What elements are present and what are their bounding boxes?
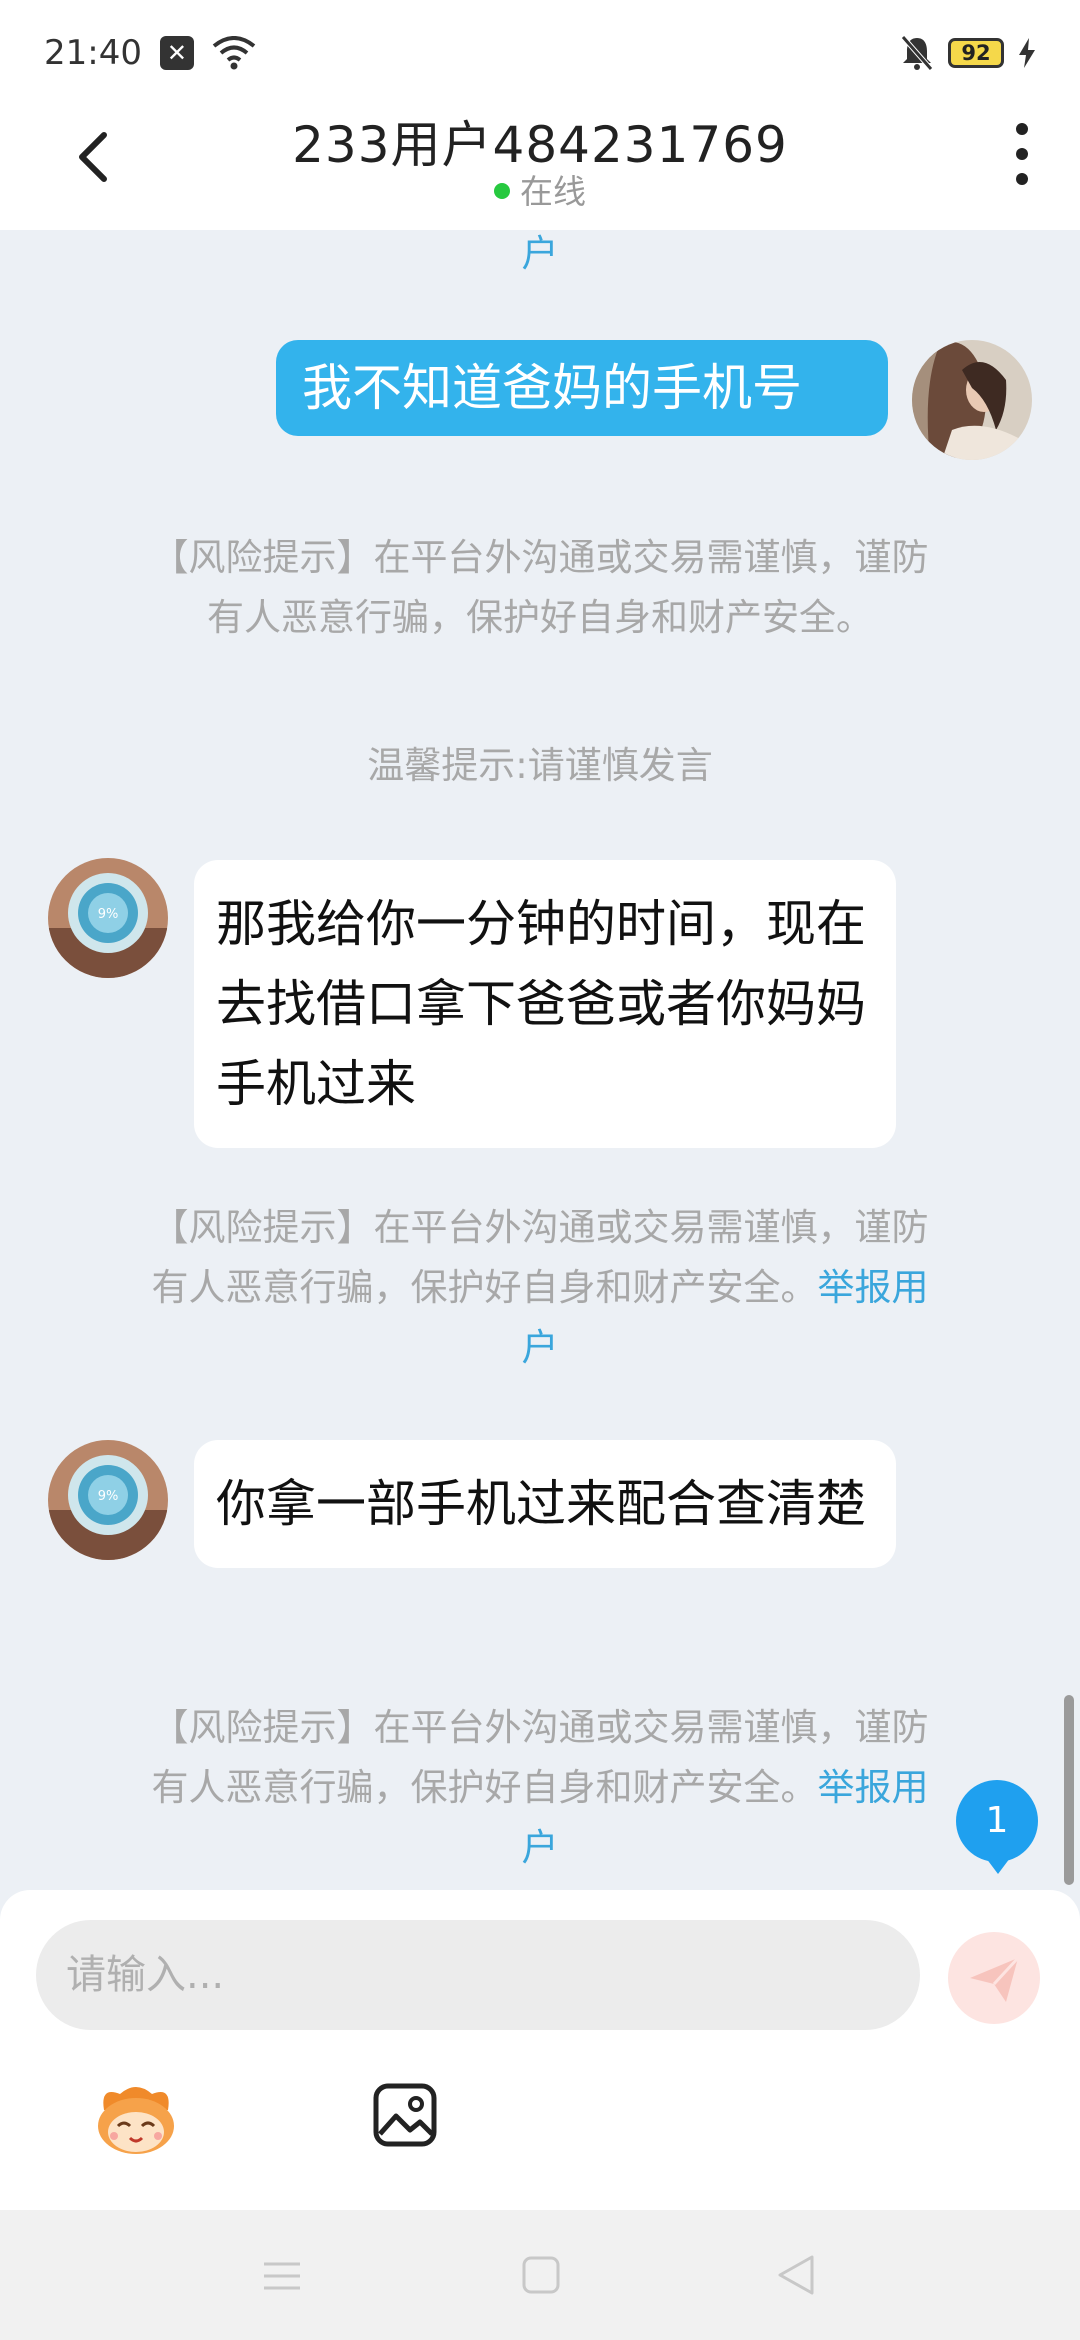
risk-notice-line1: 【风险提示】在平台外沟通或交易需谨慎，谨防 [151,536,929,579]
status-time: 21:40 [44,32,142,73]
charging-icon [1019,37,1035,68]
battery-level: 92 [961,40,991,65]
avatar-orb-icon: 9% [48,1440,168,1560]
system-nav-bar [0,2210,1080,2340]
report-user-link-cont[interactable]: 户 [60,1818,1020,1878]
nav-home-button[interactable] [522,2256,560,2294]
image-button[interactable] [372,2082,438,2148]
contact-avatar[interactable]: 9% [48,858,168,978]
home-square-icon [522,2256,560,2294]
risk-notice: 【风险提示】在平台外沟通或交易需谨慎，谨防 有人恶意行骗，保护好自身和财产安全。 [60,528,1020,648]
close-box-icon: ✕ [159,35,194,70]
risk-notice-line2: 有人恶意行骗，保护好自身和财产安全。 [151,1766,818,1809]
risk-notice: 【风险提示】在平台外沟通或交易需谨慎，谨防 有人恶意行骗，保护好自身和财产安全。… [60,1698,1020,1878]
risk-notice-line1: 【风险提示】在平台外沟通或交易需谨慎，谨防 [151,1706,929,1749]
battery-icon: 92 [948,37,1004,68]
menu-icon [264,2262,300,2290]
emoji-button[interactable] [90,2080,182,2158]
status-left: 21:40 ✕ [44,33,256,73]
dot-icon [1016,173,1028,185]
status-bar: 21:40 ✕ 92 [0,0,1080,105]
wifi-icon [212,35,256,69]
input-panel [0,1890,1080,2210]
nav-menu-button[interactable] [262,2260,302,2292]
report-user-link-cont[interactable]: 户 [60,1318,1020,1378]
online-status: 在线 [0,165,1080,213]
contact-avatar[interactable]: 9% [48,1440,168,1560]
risk-notice: 【风险提示】在平台外沟通或交易需谨慎，谨防 有人恶意行骗，保护好自身和财产安全。… [60,1198,1020,1378]
status-right: 92 [900,34,1036,71]
back-triangle-icon [778,2255,814,2295]
message-input[interactable] [36,1920,920,2030]
dot-icon [1016,123,1028,135]
report-user-link[interactable]: 举报用 [818,1266,929,1309]
svg-text:9%: 9% [98,1489,119,1504]
risk-notice-line2-with-report: 有人恶意行骗，保护好自身和财产安全。举报用 [60,1258,1020,1318]
risk-notice-line1: 【风险提示】在平台外沟通或交易需谨慎，谨防 [151,1206,929,1249]
chat-header: 233用户484231769 在线 [0,105,1080,230]
avatar-orb-icon: 9% [48,858,168,978]
report-link-fragment[interactable]: 户 [500,230,580,284]
online-status-label: 在线 [520,172,586,211]
risk-notice-line2: 有人恶意行骗，保护好自身和财产安全。 [207,596,873,639]
mascot-emoji-icon [98,2087,174,2154]
scrollbar[interactable] [1064,1695,1074,1885]
mute-bell-icon [901,34,933,71]
unread-badge[interactable]: 1 [956,1780,1038,1874]
message-bubble-incoming[interactable]: 你拿一部手机过来配合查清楚 [194,1440,896,1568]
send-button[interactable] [948,1932,1040,2024]
report-user-link[interactable]: 举报用 [818,1766,929,1809]
nav-back-button[interactable] [776,2254,816,2296]
message-bubble-incoming[interactable]: 那我给你一分钟的时间，现在去找借口拿下爸爸或者你妈妈手机过来 [194,860,896,1148]
risk-notice-line2: 有人恶意行骗，保护好自身和财产安全。 [151,1266,818,1309]
risk-notice-line2-with-report: 有人恶意行骗，保护好自身和财产安全。举报用 [60,1758,1020,1818]
online-dot-icon [494,183,510,199]
more-options-button[interactable] [1010,123,1034,193]
message-bubble-outgoing[interactable]: 我不知道爸妈的手机号 [276,340,888,436]
warm-tip: 温馨提示:请谨慎发言 [367,744,713,787]
my-avatar[interactable] [912,340,1032,460]
chat-area[interactable]: 户 我不知道爸妈的手机号 【风险提示】在平台外沟通或交易需谨慎，谨防 有人恶意行… [0,230,1080,1890]
image-icon [373,2083,437,2147]
avatar-portrait-icon [912,340,1032,460]
svg-text:9%: 9% [98,907,119,922]
send-icon [970,1956,1020,2002]
dot-icon [1016,148,1028,160]
